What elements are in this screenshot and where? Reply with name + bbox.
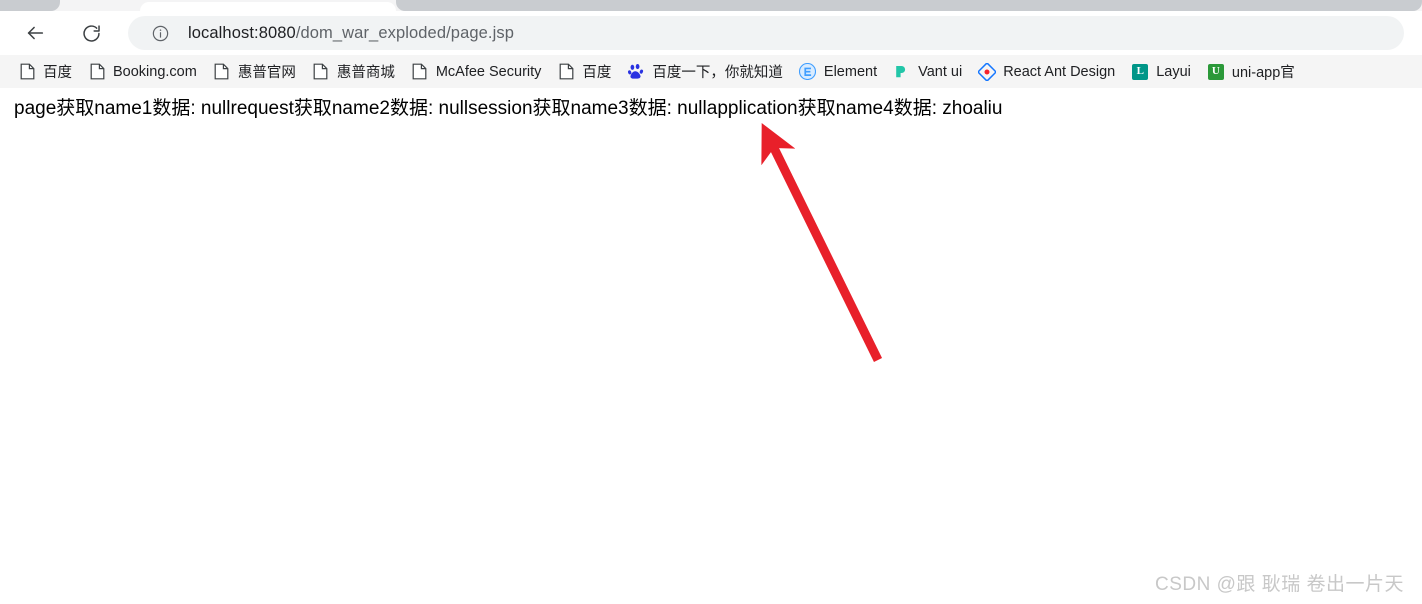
bookmark-item[interactable]: 百度 xyxy=(549,59,619,85)
bookmark-label: Element xyxy=(823,63,878,80)
baidu-paw-icon xyxy=(627,63,645,81)
bookmark-label: 惠普商城 xyxy=(336,65,395,81)
bookmark-label: 百度 xyxy=(582,65,612,81)
bookmark-label: 百度 xyxy=(43,65,72,81)
tab-inactive-left[interactable] xyxy=(0,0,60,11)
tab-strip xyxy=(0,0,1422,11)
layui-icon: L xyxy=(1131,63,1149,81)
bookmark-label: 惠普官网 xyxy=(237,65,296,81)
bookmark-item[interactable]: 惠普商城 xyxy=(304,59,403,85)
bookmark-item[interactable]: Booking.com xyxy=(80,59,205,85)
jsp-output-text: page获取name1数据: nullrequest获取name2数据: nul… xyxy=(14,98,1003,119)
document-icon xyxy=(557,63,575,81)
reload-icon xyxy=(81,23,102,44)
document-icon xyxy=(18,63,36,81)
bookmark-item[interactable]: U uni-app官 xyxy=(1199,59,1303,85)
uniapp-icon: U xyxy=(1207,63,1225,81)
layui-icon-letter: L xyxy=(1132,63,1149,80)
bookmark-item[interactable]: 惠普官网 xyxy=(205,59,304,85)
ant-design-icon xyxy=(978,62,997,81)
bookmark-label: React Ant Design xyxy=(1003,63,1116,80)
vant-ui-icon xyxy=(893,63,911,81)
bookmark-label: 百度一下，你就知道 xyxy=(652,65,783,81)
site-info-icon[interactable] xyxy=(150,23,170,43)
back-arrow-icon xyxy=(24,22,46,44)
bookmark-label: Vant ui xyxy=(918,63,963,80)
bookmark-item[interactable]: React Ant Design xyxy=(970,59,1123,85)
document-icon xyxy=(213,63,231,81)
reload-button[interactable] xyxy=(74,16,108,50)
bookmark-item[interactable]: L Layui xyxy=(1123,59,1199,85)
page-content-area: page获取name1数据: nullrequest获取name2数据: nul… xyxy=(0,88,1422,604)
annotation-arrow xyxy=(761,122,883,362)
url-path: /dom_war_exploded/page.jsp xyxy=(295,23,514,42)
url-host: localhost:8080 xyxy=(188,23,296,42)
bookmarks-bar: 百度 Booking.com 惠普官网 惠普商城 McAfee Security… xyxy=(0,55,1422,88)
csdn-watermark: CSDN @跟 耿瑞 卷出一片天 xyxy=(1155,574,1404,595)
bookmark-label: Booking.com xyxy=(113,63,197,80)
url-text: localhost:8080/dom_war_exploded/page.jsp xyxy=(188,24,514,43)
bookmark-item[interactable]: Vant ui xyxy=(885,59,970,85)
bookmark-item[interactable]: McAfee Security xyxy=(403,59,550,85)
bookmark-item[interactable]: 百度一下，你就知道 xyxy=(619,59,791,85)
bookmark-label: McAfee Security xyxy=(435,63,542,80)
address-bar[interactable]: localhost:8080/dom_war_exploded/page.jsp xyxy=(128,16,1404,50)
browser-toolbar: localhost:8080/dom_war_exploded/page.jsp xyxy=(0,11,1422,55)
bookmark-item[interactable]: 百度 xyxy=(10,59,80,85)
bookmark-label: Layui xyxy=(1156,63,1191,80)
tab-inactive-right[interactable] xyxy=(396,0,1422,11)
browser-window: localhost:8080/dom_war_exploded/page.jsp… xyxy=(0,0,1422,604)
document-icon xyxy=(411,63,429,81)
uniapp-icon-letter: U xyxy=(1207,63,1224,80)
back-button[interactable] xyxy=(18,16,52,50)
bookmark-label: uni-app官 xyxy=(1231,65,1295,81)
tab-active[interactable] xyxy=(140,2,396,11)
bookmark-item[interactable]: Element xyxy=(791,59,885,85)
element-ui-icon xyxy=(799,63,817,81)
document-icon xyxy=(88,63,106,81)
document-icon xyxy=(312,63,330,81)
